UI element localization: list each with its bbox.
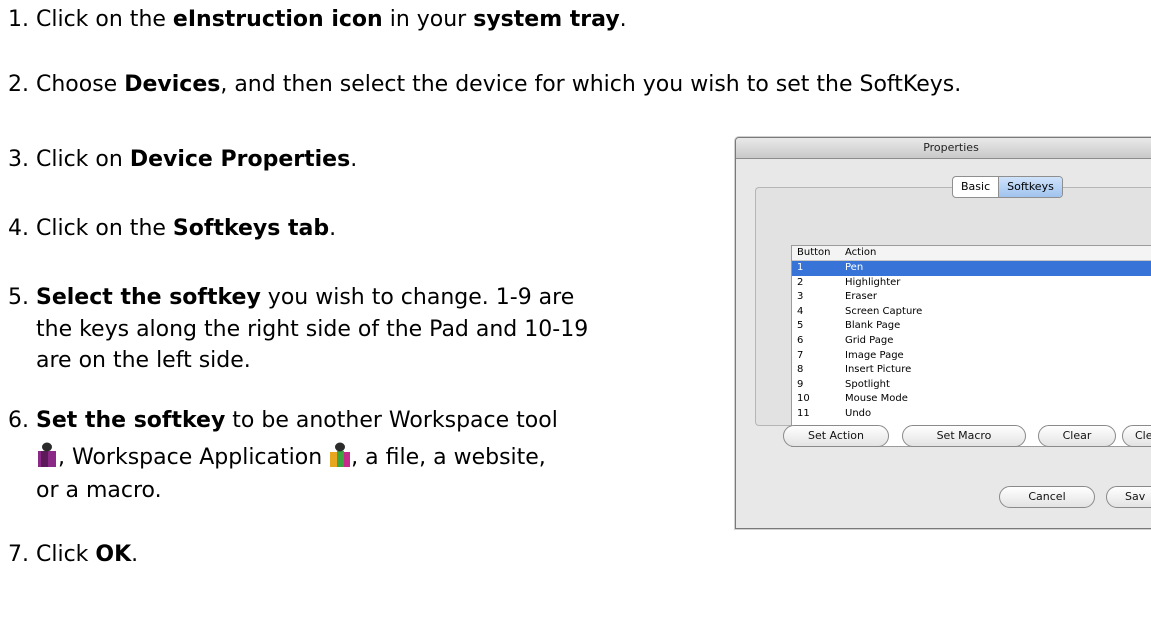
step-3: 3. Click on Device Properties. [8, 147, 358, 172]
table-row[interactable]: 1 Pen [792, 261, 1151, 276]
row-action-cell: Eraser [845, 291, 878, 303]
row-button-cell: 9 [797, 378, 804, 390]
row-button-cell: 8 [797, 364, 804, 376]
tab-softkeys[interactable]: Softkeys [998, 177, 1062, 197]
set-macro-button[interactable]: Set Macro [902, 425, 1026, 447]
clear-button[interactable]: Clear [1038, 425, 1116, 447]
row-button-cell: 11 [797, 407, 810, 419]
step-2: 2. Choose Devices, and then select the d… [8, 72, 962, 97]
step-5-line-3: are on the left side. [36, 348, 251, 373]
step-6: 6. Set the softkey to be another Workspa… [8, 408, 558, 433]
row-action-cell: Screen Capture [845, 305, 923, 317]
step-6-line-3: or a macro. [36, 478, 162, 503]
table-row[interactable]: 11 Undo [792, 407, 1151, 422]
table-row[interactable]: 5 Blank Page [792, 319, 1151, 334]
table-row[interactable]: 9 Spotlight [792, 378, 1151, 393]
step-7: 7. Click OK. [8, 542, 139, 567]
cancel-button[interactable]: Cancel [999, 486, 1095, 508]
step-5-line-2: the keys along the right side of the Pad… [36, 317, 589, 342]
properties-window: Properties Basic Softkeys Button Action … [735, 137, 1151, 529]
row-action-cell: Blank Page [845, 320, 901, 332]
row-button-cell: 2 [797, 276, 804, 288]
row-action-cell: Grid Page [845, 334, 894, 346]
table-row[interactable]: 4 Screen Capture [792, 305, 1151, 320]
row-action-cell: Mouse Mode [845, 393, 908, 405]
row-action-cell: Undo [845, 407, 872, 419]
row-button-cell: 5 [797, 320, 804, 332]
table-row[interactable]: 8 Insert Picture [792, 363, 1151, 378]
save-button[interactable]: Sav [1106, 486, 1151, 508]
row-action-cell: Spotlight [845, 378, 890, 390]
step-4: 4. Click on the Softkeys tab. [8, 216, 337, 241]
window-title: Properties [736, 138, 1151, 159]
step-6-line-2: , Workspace Application , a file, a webs… [36, 442, 546, 473]
table-row[interactable]: 7 Image Page [792, 349, 1151, 364]
row-action-cell: Image Page [845, 349, 904, 361]
row-button-cell: 10 [797, 393, 810, 405]
table-row[interactable]: 10 Mouse Mode [792, 392, 1151, 407]
row-action-cell: Highlighter [845, 276, 901, 288]
row-button-cell: 1 [797, 262, 804, 273]
workspace-application-icon [329, 442, 351, 468]
column-header-action[interactable]: Action [845, 246, 876, 260]
table-row[interactable]: 3 Eraser [792, 290, 1151, 305]
step-5: 5. Select the softkey you wish to change… [8, 285, 575, 310]
workspace-tool-icon [36, 442, 58, 468]
tab-basic[interactable]: Basic [953, 177, 998, 197]
table-row[interactable]: 6 Grid Page [792, 334, 1151, 349]
row-action-cell: Insert Picture [845, 364, 912, 376]
step-1: 1. Click on the eInstruction icon in you… [8, 7, 627, 32]
row-action-cell: Pen [845, 262, 864, 273]
table-row[interactable]: 2 Highlighter [792, 276, 1151, 291]
column-header-button[interactable]: Button [797, 246, 831, 260]
row-button-cell: 7 [797, 349, 804, 361]
table-header: Button Action [792, 246, 1151, 261]
row-button-cell: 6 [797, 334, 804, 346]
table-body: 1 Pen 2 Highlighter 3 Eraser 4 Screen Capture 5 B… [792, 261, 1151, 422]
softkeys-table: Button Action 1 Pen 2 Highlighter 3 Eraser 4 Sc… [791, 245, 1151, 447]
row-button-cell: 3 [797, 291, 804, 303]
row-button-cell: 4 [797, 305, 804, 317]
set-action-button[interactable]: Set Action [783, 425, 889, 447]
tab-control: Basic Softkeys [952, 176, 1063, 198]
clear-all-button[interactable]: Clear A [1122, 425, 1151, 447]
